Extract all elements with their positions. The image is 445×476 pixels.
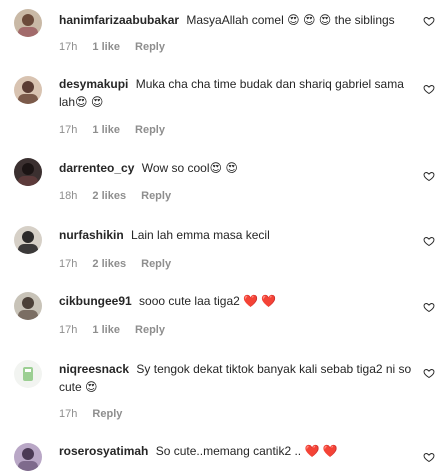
comment-time[interactable]: 17h (59, 258, 77, 270)
heart-outline-icon[interactable] (423, 15, 435, 27)
comment-username[interactable]: darrenteo_cy (59, 161, 134, 175)
comment-username[interactable]: niqreesnack (59, 362, 129, 376)
reply-button[interactable]: Reply (92, 408, 122, 420)
heart-outline-icon[interactable] (423, 451, 435, 463)
heart-outline-icon[interactable] (423, 83, 435, 95)
comment-time[interactable]: 18h (59, 190, 77, 202)
reply-button[interactable]: Reply (141, 190, 171, 202)
reply-button[interactable]: Reply (135, 124, 165, 136)
comment-time[interactable]: 17h (59, 324, 77, 336)
heart-outline-icon[interactable] (423, 301, 435, 313)
heart-outline-icon[interactable] (423, 367, 435, 379)
avatar[interactable] (14, 76, 42, 104)
comment-username[interactable]: hanimfarizaabubakar (59, 13, 179, 27)
reply-button[interactable]: Reply (135, 41, 165, 53)
reply-button[interactable]: Reply (135, 324, 165, 336)
comment-username[interactable]: cikbungee91 (59, 294, 132, 308)
comment-likes[interactable]: 2 likes (92, 190, 126, 202)
heart-outline-icon[interactable] (423, 170, 435, 182)
avatar[interactable] (14, 360, 42, 388)
avatar[interactable] (14, 158, 42, 186)
comment-likes[interactable]: 1 like (92, 124, 120, 136)
avatar[interactable] (14, 9, 42, 37)
comment-username[interactable]: desymakupi (59, 77, 128, 91)
comment-text: So cute..memang cantik2 .. ❤️ ❤️ (155, 444, 338, 458)
comment-time[interactable]: 17h (59, 41, 77, 53)
comment-likes[interactable]: 1 like (92, 41, 120, 53)
comment-text: Lain lah emma masa kecil (131, 228, 270, 242)
comment-text: sooo cute laa tiga2 ❤️ ❤️ (139, 294, 277, 308)
comment-likes[interactable]: 2 likes (92, 258, 126, 270)
avatar[interactable] (14, 443, 42, 471)
comment-username[interactable]: nurfashikin (59, 228, 124, 242)
comment-username[interactable]: roserosyatimah (59, 444, 148, 458)
avatar[interactable] (14, 226, 42, 254)
comment-text: Wow so cool😍 😍 (141, 161, 238, 175)
comment-time[interactable]: 17h (59, 124, 77, 136)
heart-outline-icon[interactable] (423, 235, 435, 247)
comment-likes[interactable]: 1 like (92, 324, 120, 336)
comment-time[interactable]: 17h (59, 408, 77, 420)
comment-text: MasyaAllah comel 😍 😍 😍 the siblings (186, 13, 395, 27)
reply-button[interactable]: Reply (141, 258, 171, 270)
avatar[interactable] (14, 292, 42, 320)
